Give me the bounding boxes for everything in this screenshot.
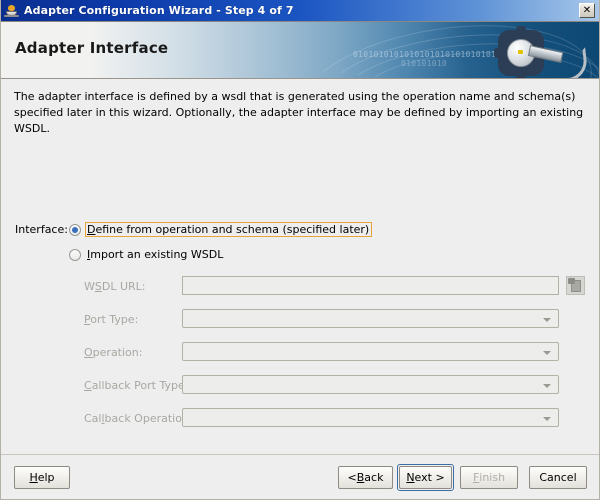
radio-2-text: mport an existing WSDL	[90, 248, 224, 261]
next-button-mnemonic: N	[406, 471, 415, 484]
wsdl-url-label-pre: W	[84, 280, 95, 293]
title-bar: Adapter Configuration Wizard - Step 4 of…	[1, 0, 599, 22]
radio-define-from-operation-indicator[interactable]	[69, 223, 81, 236]
radio-import-existing-wsdl-indicator[interactable]	[69, 248, 81, 261]
cancel-button-label: Cancel	[539, 471, 577, 484]
help-button-mnemonic: H	[29, 471, 38, 484]
radio-define-from-operation-label[interactable]: Define from operation and schema (specif…	[85, 222, 373, 237]
chevron-down-icon	[543, 417, 551, 421]
wizard-banner: 0101010101010101010101010101 010101010 A…	[1, 22, 599, 79]
wizard-window: Adapter Configuration Wizard - Step 4 of…	[0, 0, 600, 500]
back-button-mnemonic: B	[356, 471, 365, 484]
callback-operation-label-post: back Operation:	[104, 412, 193, 425]
callback-operation-label: Callback Operation:	[84, 412, 193, 425]
radio-1-text: efine from operation and schema (specifi…	[95, 223, 370, 236]
callback-port-type-label: Callback Port Type:	[84, 379, 188, 392]
button-bar: Help < Back Next > Finish Cancel	[1, 454, 599, 499]
back-button-prefix: <	[347, 471, 357, 484]
back-button[interactable]: < Back	[338, 466, 393, 489]
wsdl-url-label-mnemonic: S	[94, 280, 102, 293]
cancel-button[interactable]: Cancel	[529, 466, 587, 489]
chevron-down-icon	[543, 318, 551, 322]
finish-button[interactable]: Finish	[460, 466, 518, 489]
java-cup-icon	[4, 3, 20, 19]
callback-operation-combo[interactable]	[182, 408, 559, 427]
radio-import-existing-wsdl-label[interactable]: Import an existing WSDL	[85, 247, 226, 262]
finish-button-label: inish	[479, 471, 506, 484]
operation-combo[interactable]	[182, 342, 559, 361]
port-type-label-post: ort Type:	[90, 313, 139, 326]
help-button-label: elp	[37, 471, 55, 484]
callback-operation-label-pre: Cal	[84, 412, 102, 425]
next-button-default-frame: Next >	[397, 464, 454, 491]
radio-import-existing-wsdl[interactable]: Import an existing WSDL	[69, 247, 226, 262]
chevron-down-icon	[543, 384, 551, 388]
document-browse-icon[interactable]	[566, 276, 585, 295]
close-icon[interactable]: ✕	[579, 3, 595, 18]
next-button[interactable]: Next >	[399, 466, 452, 489]
callback-port-type-label-mnemonic: C	[84, 379, 92, 392]
window-title: Adapter Configuration Wizard - Step 4 of…	[24, 4, 294, 17]
gear-wrench-icon	[491, 25, 591, 78]
help-button[interactable]: Help	[14, 466, 70, 489]
content-panel: The adapter interface is defined by a ws…	[1, 79, 599, 454]
next-button-label: ext >	[414, 471, 445, 484]
banner-binary-row-1: 0101010101010101010101010101	[353, 50, 497, 59]
radio-define-from-operation[interactable]: Define from operation and schema (specif…	[69, 222, 373, 237]
wsdl-url-input[interactable]	[182, 276, 559, 295]
back-button-label: ack	[364, 471, 384, 484]
wsdl-url-label-post: DL URL:	[101, 280, 146, 293]
port-type-combo[interactable]	[182, 309, 559, 328]
chevron-down-icon	[543, 351, 551, 355]
banner-binary-row-2: 010101010	[401, 59, 448, 68]
callback-port-type-label-post: allback Port Type:	[91, 379, 189, 392]
page-title: Adapter Interface	[15, 39, 169, 57]
operation-label-mnemonic: O	[84, 346, 93, 359]
wsdl-url-label: WSDL URL:	[84, 280, 146, 293]
interface-label: Interface:	[15, 223, 68, 236]
description-text: The adapter interface is defined by a ws…	[14, 90, 584, 135]
callback-port-type-combo[interactable]	[182, 375, 559, 394]
operation-label-post: peration:	[92, 346, 143, 359]
port-type-label: Port Type:	[84, 313, 138, 326]
operation-label: Operation:	[84, 346, 142, 359]
